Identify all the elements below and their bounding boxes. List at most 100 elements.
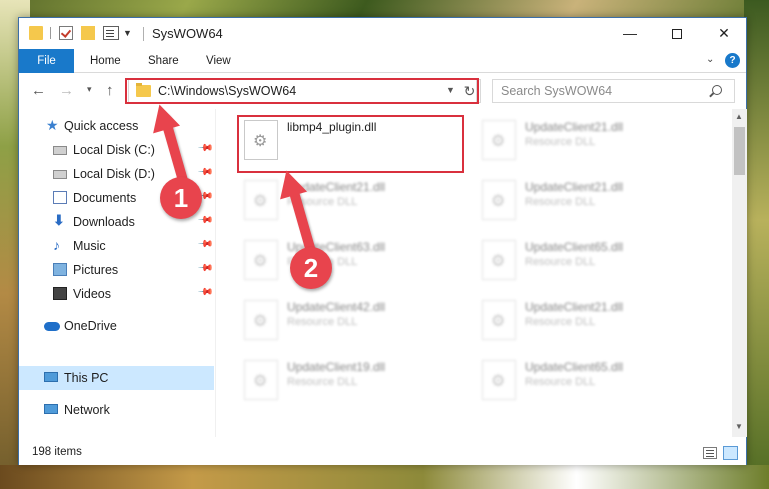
file-type: Resource DLL [287, 376, 358, 388]
pin-icon[interactable]: 📌 [197, 164, 214, 181]
navigation-pane: ★ Quick access Local Disk (C:) 📌 Local D… [19, 109, 216, 437]
help-icon[interactable]: ? [725, 53, 740, 68]
file-type: Resource DLL [287, 316, 358, 328]
sidebar-item-pictures[interactable]: Pictures 📌 [19, 258, 214, 282]
pin-icon[interactable]: 📌 [197, 236, 214, 253]
network-icon [44, 404, 58, 414]
dll-file-icon [482, 180, 516, 220]
file-name: UpdateClient65.dll [525, 240, 624, 254]
minimize-icon: — [623, 25, 637, 41]
folder-icon [29, 26, 43, 40]
file-item[interactable]: UpdateClient21.dll Resource DLL [478, 296, 708, 344]
recent-locations-chevron-icon[interactable]: ▾ [87, 84, 92, 95]
file-name: UpdateClient21.dll [525, 300, 624, 314]
sidebar-item-label: Network [64, 403, 110, 417]
file-type: Resource DLL [525, 256, 596, 268]
documents-icon [53, 191, 67, 204]
pin-icon[interactable]: 📌 [197, 284, 214, 301]
dll-file-icon [244, 360, 278, 400]
scroll-up-arrow-icon[interactable]: ▲ [735, 112, 743, 121]
download-icon: ⬇ [53, 212, 65, 228]
window-title: SysWOW64 [152, 26, 223, 41]
toolbar-divider [50, 27, 51, 39]
file-type: Resource DLL [525, 316, 596, 328]
tab-view[interactable]: View [206, 49, 231, 73]
up-arrow-icon[interactable]: ↑ [106, 82, 114, 99]
maximize-button[interactable] [654, 21, 700, 45]
file-type: Resource DLL [525, 376, 596, 388]
tab-file[interactable]: File [19, 49, 74, 73]
dll-file-icon [482, 120, 516, 160]
tab-home[interactable]: Home [90, 49, 121, 73]
search-icon[interactable] [712, 85, 722, 95]
sidebar-item-label: Local Disk (C:) [73, 143, 155, 157]
file-name: UpdateClient21.dll [525, 120, 624, 134]
file-name: UpdateClient21.dll [525, 180, 624, 194]
file-item[interactable]: UpdateClient21.dll Resource DLL [478, 116, 708, 164]
scrollbar-thumb[interactable] [734, 127, 745, 175]
file-item[interactable]: UpdateClient63.dll Resource DLL [240, 236, 470, 284]
pictures-icon [53, 263, 67, 276]
properties-list-icon[interactable] [103, 26, 119, 40]
file-type: Resource DLL [525, 196, 596, 208]
dll-file-icon [244, 240, 278, 280]
sidebar-item-label: OneDrive [64, 319, 117, 333]
dll-file-icon [482, 300, 516, 340]
pin-icon[interactable]: 📌 [197, 260, 214, 277]
step-1-badge: 1 [160, 177, 202, 219]
file-name: UpdateClient65.dll [525, 360, 624, 374]
desktop-background-right [744, 0, 769, 489]
back-arrow-icon[interactable]: ← [31, 82, 46, 99]
maximize-icon [672, 29, 682, 40]
tab-share[interactable]: Share [148, 49, 179, 73]
dll-file-icon [482, 240, 516, 280]
close-button[interactable]: ✕ [701, 21, 747, 45]
sidebar-item-label: This PC [64, 371, 109, 385]
sidebar-item-network[interactable]: Network [19, 398, 214, 422]
details-view-icon[interactable] [703, 447, 717, 459]
sidebar-item-label: Documents [73, 191, 137, 205]
pin-icon[interactable]: 📌 [197, 140, 214, 157]
sidebar-item-onedrive[interactable]: OneDrive [19, 314, 214, 338]
title-bar: ▼ SysWOW64 — ✕ [19, 18, 746, 49]
minimize-button[interactable]: — [607, 21, 653, 45]
pin-icon[interactable]: 📌 [197, 212, 214, 229]
dll-file-icon [244, 300, 278, 340]
scroll-down-arrow-icon[interactable]: ▼ [735, 422, 743, 431]
properties-check-icon[interactable] [59, 26, 73, 40]
step-2-badge: 2 [290, 247, 332, 289]
sidebar-item-music[interactable]: ♪ Music 📌 [19, 234, 214, 258]
close-icon: ✕ [718, 25, 730, 41]
drive-icon [53, 170, 67, 179]
sidebar-item-local-disk-c[interactable]: Local Disk (C:) 📌 [19, 138, 214, 162]
sidebar-item-label: Downloads [73, 215, 135, 229]
file-name: UpdateClient19.dll [287, 360, 386, 374]
forward-arrow-icon[interactable]: → [59, 82, 74, 99]
expand-ribbon-chevron-icon[interactable]: ⌄ [706, 54, 714, 65]
sidebar-item-videos[interactable]: Videos 📌 [19, 282, 214, 306]
file-item[interactable]: UpdateClient42.dll Resource DLL [240, 296, 470, 344]
file-item[interactable]: UpdateClient21.dll Resource DLL [478, 176, 708, 224]
computer-icon [44, 372, 58, 382]
desktop-background-bottom [0, 465, 769, 489]
new-folder-icon[interactable] [81, 26, 95, 40]
ribbon-tabs: File Home Share View ⌄ ? [19, 49, 746, 73]
sidebar-item-label: Local Disk (D:) [73, 167, 155, 181]
file-name: UpdateClient42.dll [287, 300, 386, 314]
vertical-scrollbar[interactable]: ▲ ▼ [732, 109, 747, 437]
sidebar-item-label: Videos [73, 287, 111, 301]
search-placeholder: Search SysWOW64 [501, 84, 613, 98]
sidebar-item-this-pc[interactable]: This PC [19, 366, 214, 390]
address-bar-highlight [125, 78, 479, 104]
sidebar-item-label: Quick access [64, 119, 139, 133]
large-icons-view-icon[interactable] [723, 446, 738, 460]
file-highlight [237, 115, 464, 173]
file-item[interactable]: UpdateClient19.dll Resource DLL [240, 356, 470, 404]
search-input[interactable]: Search SysWOW64 [492, 79, 735, 103]
sidebar-item-quick-access[interactable]: ★ Quick access [19, 114, 214, 138]
item-count: 198 items [32, 446, 82, 458]
file-item[interactable]: UpdateClient65.dll Resource DLL [478, 236, 708, 284]
customize-toolbar-chevron-icon[interactable]: ▼ [123, 28, 132, 38]
drive-icon [53, 146, 67, 155]
file-item[interactable]: UpdateClient65.dll Resource DLL [478, 356, 708, 404]
